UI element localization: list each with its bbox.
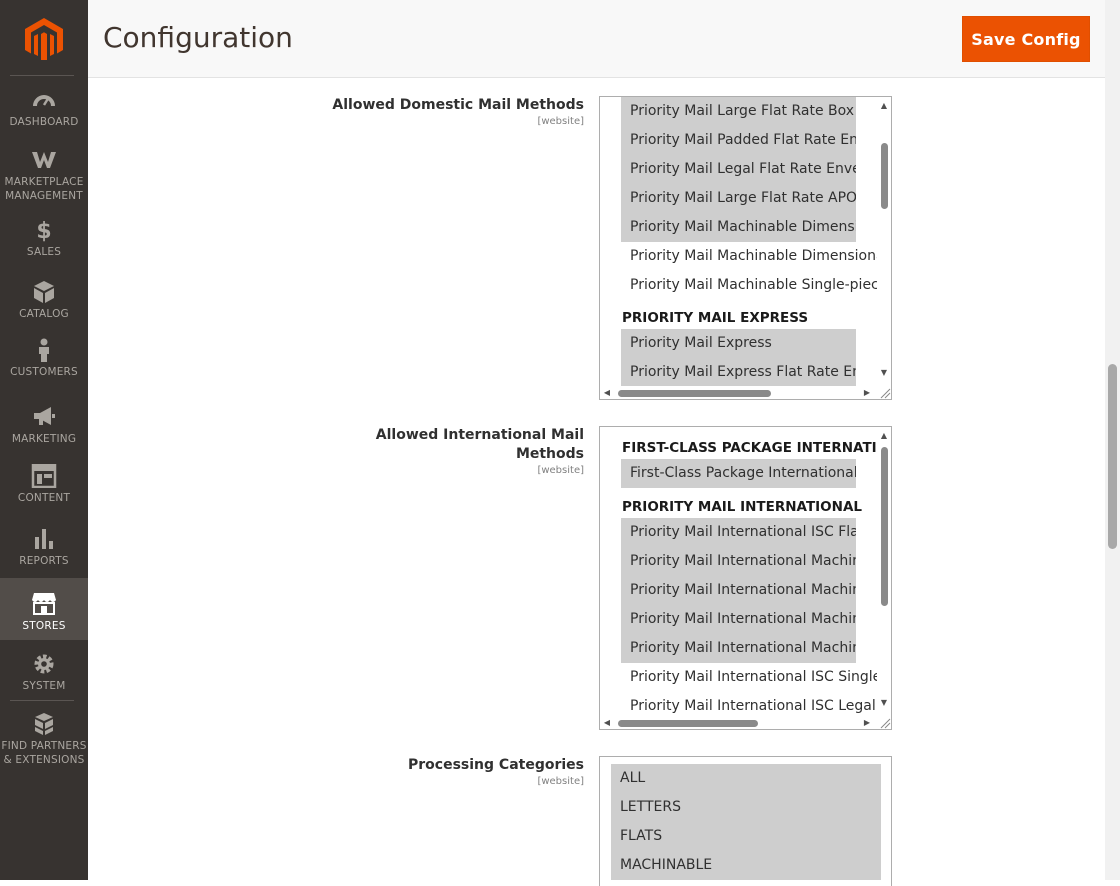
option[interactable]: LETTERS <box>611 793 881 822</box>
resize-handle-icon[interactable] <box>879 717 891 729</box>
option[interactable]: Priority Mail Padded Flat Rate Envelope <box>621 126 856 155</box>
nav-item-system[interactable]: SYSTEM <box>0 652 88 696</box>
nav-item-dashboard[interactable]: DASHBOARD <box>0 88 88 138</box>
nav-label: CONTENT <box>17 492 71 504</box>
horizontal-scrollbar[interactable]: ◀ ▶ <box>600 716 877 729</box>
megaphone-icon <box>34 407 55 425</box>
nav-item-sales[interactable]: $ SALES <box>0 218 88 262</box>
option[interactable]: Priority Mail International Machinable <box>621 576 856 605</box>
option[interactable]: Priority Mail Express Flat Rate Envelope <box>621 358 856 387</box>
nav-item-stores[interactable]: STORES <box>0 578 88 640</box>
option[interactable]: FLATS <box>611 822 881 851</box>
international-methods-multiselect[interactable]: FIRST-CLASS PACKAGE INTERNATIONAL First-… <box>599 426 892 730</box>
field-label-text: Allowed International Mail Methods <box>375 427 584 462</box>
nav-item-customers[interactable]: CUSTOMERS <box>0 338 88 386</box>
blocks-icon <box>35 713 53 735</box>
gear-icon <box>34 654 54 674</box>
option[interactable]: Priority Mail International Machinable <box>621 547 856 576</box>
option[interactable]: First-Class Package International Servic… <box>621 459 856 488</box>
scroll-down-icon[interactable]: ▼ <box>879 368 889 378</box>
dollar-icon: $ <box>36 219 51 242</box>
option[interactable]: MACHINABLE <box>611 851 881 880</box>
page-scrollbar[interactable] <box>1105 0 1120 880</box>
scope-label: [website] <box>537 465 584 476</box>
magento-logo-icon[interactable] <box>25 18 63 60</box>
nav-label: MARKETING <box>11 433 77 445</box>
scroll-down-icon[interactable]: ▼ <box>879 698 889 708</box>
option[interactable]: Priority Mail Machinable Single-piece <box>621 271 879 300</box>
nav-divider <box>10 700 74 701</box>
domestic-methods-label: Allowed Domestic Mail Methods [website] <box>330 96 584 128</box>
nav-label: SALES <box>26 246 62 258</box>
storefront-icon <box>32 593 56 615</box>
field-label-text: Allowed Domestic Mail Methods <box>332 97 584 113</box>
layout-icon <box>31 464 57 488</box>
scroll-up-icon[interactable]: ▲ <box>879 101 889 111</box>
box-icon <box>34 281 54 303</box>
nav-item-catalog[interactable]: CATALOG <box>0 280 88 324</box>
option[interactable]: Priority Mail Machinable Dimensional <box>621 242 879 271</box>
page-scroll-thumb[interactable] <box>1108 364 1117 549</box>
scroll-left-icon[interactable]: ◀ <box>602 388 612 398</box>
option[interactable]: ALL <box>611 764 881 793</box>
page-title: Configuration <box>103 21 293 54</box>
option[interactable]: Priority Mail Machinable Dimensional <box>621 213 856 242</box>
scroll-thumb[interactable] <box>881 143 888 209</box>
person-icon <box>39 338 49 362</box>
scroll-thumb[interactable] <box>618 390 771 397</box>
scroll-left-icon[interactable]: ◀ <box>602 718 612 728</box>
scroll-up-icon[interactable]: ▲ <box>879 431 889 441</box>
scroll-thumb[interactable] <box>881 447 888 606</box>
option[interactable]: Priority Mail Express <box>621 329 856 358</box>
nav-item-marketing[interactable]: MARKETING <box>0 405 88 449</box>
page-header: Configuration Save Config <box>88 0 1105 78</box>
nav-label: CUSTOMERS <box>10 366 78 378</box>
processing-categories-multiselect[interactable]: ALL LETTERS FLATS MACHINABLE <box>599 756 892 886</box>
optgroup-label: FIRST-CLASS PACKAGE INTERNATIONAL <box>622 440 878 456</box>
nav-label: DASHBOARD <box>9 116 79 128</box>
international-methods-label: Allowed International Mail Methods [webs… <box>360 426 584 477</box>
admin-sidebar: DASHBOARD MARKETPLACE MANAGEMENT $ SALES… <box>0 0 88 880</box>
option[interactable]: Priority Mail International Machinable <box>621 605 856 634</box>
marketplace-icon <box>32 152 56 168</box>
option[interactable]: Priority Mail International Machinable <box>621 634 856 663</box>
nav-label: FIND PARTNERS & EXTENSIONS <box>1 740 87 766</box>
logo-divider <box>10 75 74 76</box>
processing-categories-label: Processing Categories [website] <box>330 756 584 788</box>
field-label-text: Processing Categories <box>408 757 584 773</box>
nav-label: CATALOG <box>19 308 69 320</box>
option[interactable]: Priority Mail Large Flat Rate Box <box>621 97 856 126</box>
nav-label: MARKETPLACE MANAGEMENT <box>4 176 84 202</box>
nav-label: REPORTS <box>19 555 69 567</box>
horizontal-scrollbar[interactable]: ◀ ▶ <box>600 386 877 399</box>
scroll-right-icon[interactable]: ▶ <box>862 388 872 398</box>
option[interactable]: Priority Mail Legal Flat Rate Envelope <box>621 155 856 184</box>
nav-label: STORES <box>22 620 66 632</box>
nav-item-content[interactable]: CONTENT <box>0 464 88 510</box>
nav-item-marketplace[interactable]: MARKETPLACE MANAGEMENT <box>0 148 88 204</box>
resize-handle-icon[interactable] <box>879 387 891 399</box>
option[interactable]: Priority Mail International ISC Single-p… <box>621 663 879 692</box>
scope-label: [website] <box>537 776 584 787</box>
optgroup-label: PRIORITY MAIL EXPRESS <box>622 310 809 326</box>
domestic-methods-multiselect[interactable]: Priority Mail Large Flat Rate Box Priori… <box>599 96 892 400</box>
scroll-thumb[interactable] <box>618 720 758 727</box>
bar-chart-icon <box>35 529 53 549</box>
option[interactable]: Priority Mail International ISC Flat Rat… <box>621 518 856 547</box>
vertical-scrollbar[interactable]: ▲ ▼ <box>877 97 891 386</box>
nav-label: SYSTEM <box>22 680 66 692</box>
option[interactable]: Priority Mail Large Flat Rate APO/FPO <box>621 184 856 213</box>
scroll-right-icon[interactable]: ▶ <box>862 718 872 728</box>
save-config-button[interactable]: Save Config <box>962 16 1090 62</box>
nav-item-find-partners[interactable]: FIND PARTNERS & EXTENSIONS <box>0 712 88 768</box>
nav-item-reports[interactable]: REPORTS <box>0 527 88 571</box>
vertical-scrollbar[interactable]: ▲ ▼ <box>877 427 891 716</box>
optgroup-label: PRIORITY MAIL INTERNATIONAL <box>622 499 863 515</box>
scope-label: [website] <box>537 116 584 127</box>
dashboard-icon <box>33 95 55 106</box>
svg-text:$: $ <box>36 219 51 242</box>
